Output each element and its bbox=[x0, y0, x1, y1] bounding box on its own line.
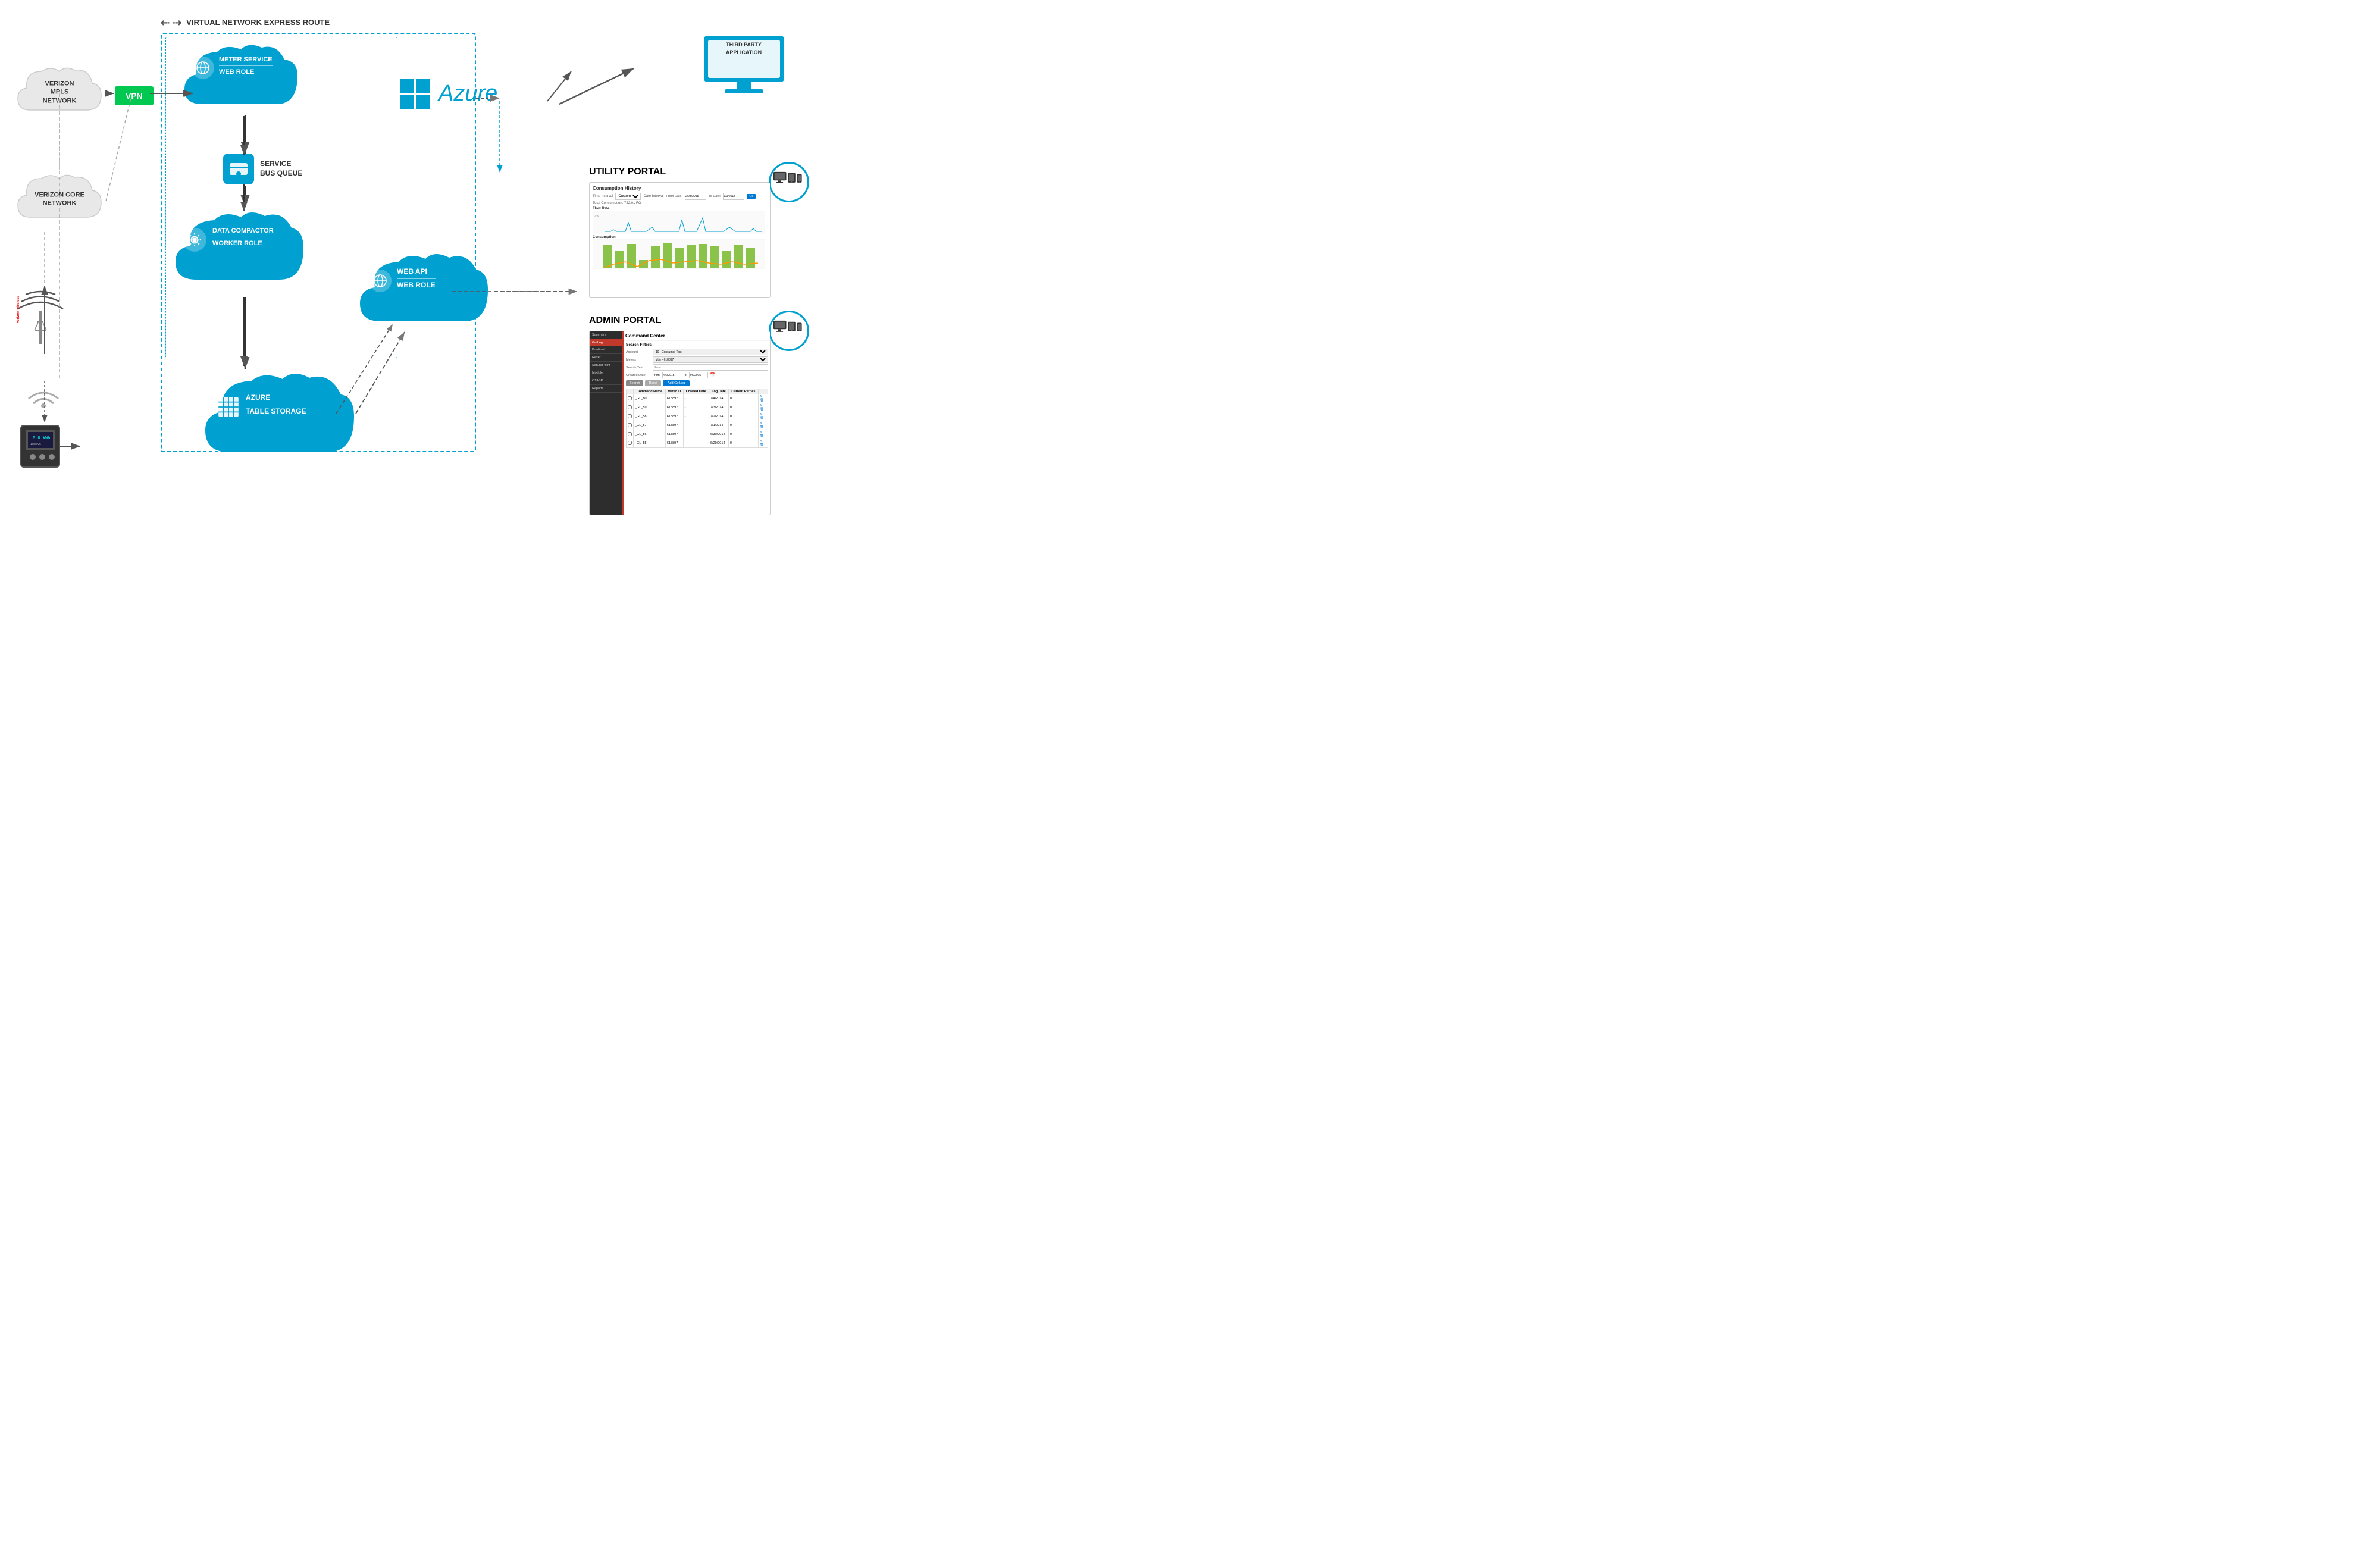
table-row: _GL_58 618897 - 7/2/2014 0 ✎🗑 bbox=[627, 412, 768, 421]
meter-service-label-line1: METER SERVICE bbox=[219, 55, 273, 64]
azure-table-cloud: AZURE TABLE STORAGE bbox=[199, 366, 357, 470]
vnet-title: VIRTUAL NETWORK EXPRESS ROUTE bbox=[186, 18, 330, 28]
row-checkbox[interactable] bbox=[628, 405, 632, 409]
web-api-label-line1: WEB API bbox=[397, 267, 436, 277]
vpn-box: VPN bbox=[115, 86, 154, 105]
wifi-symbol bbox=[23, 378, 64, 411]
row-checkbox[interactable] bbox=[628, 441, 632, 445]
reset-button[interactable]: Reset bbox=[645, 380, 660, 386]
verizon-mpls-label: VERIZON MPLS NETWORK bbox=[12, 80, 107, 105]
antenna-tower: verizon wireless bbox=[17, 283, 64, 357]
verizon-core-label: VERIZON CORE NETWORK bbox=[12, 191, 107, 208]
web-api-label-line2: WEB ROLE bbox=[397, 278, 436, 290]
meters-select[interactable]: Vter - 618897 bbox=[653, 356, 768, 363]
meter-service-label-line2: WEB ROLE bbox=[219, 65, 273, 76]
web-api-cloud: WEB API WEB ROLE bbox=[354, 247, 491, 339]
utility-portal-device-icon bbox=[769, 162, 809, 202]
from-date-input[interactable] bbox=[685, 193, 706, 200]
verizon-core-cloud: VERIZON CORE NETWORK bbox=[12, 167, 107, 232]
main-diagram: ⇠ ⇢ VIRTUAL NETWORK EXPRESS ROUTE VERIZO… bbox=[0, 0, 833, 541]
table-row: _GL_56 618897 - 6/30/2014 0 ✎🗑 bbox=[627, 430, 768, 439]
third-party-title-line1: THIRD PARTY bbox=[709, 41, 779, 49]
time-interval-select[interactable]: Custom bbox=[615, 193, 641, 200]
table-row: _GL_59 618897 - 7/3/2014 0 ✎🗑 bbox=[627, 403, 768, 412]
service-bus: SERVICE BUS QUEUE bbox=[223, 154, 302, 184]
data-compactor-label-line2: WORKER ROLE bbox=[212, 237, 274, 248]
verizon-mpls-cloud: VERIZON MPLS NETWORK bbox=[12, 60, 107, 125]
row-checkbox[interactable] bbox=[628, 414, 632, 418]
row-checkbox[interactable] bbox=[628, 396, 632, 400]
row-checkbox[interactable] bbox=[628, 432, 632, 436]
admin-sidebar: Summary GetLog Bootload Reset SetEndPoin… bbox=[590, 331, 622, 515]
azure-text-label: Azure bbox=[439, 81, 497, 107]
add-getlog-button[interactable]: Add GetLog bbox=[663, 380, 690, 386]
service-bus-label-line1: SERVICE bbox=[260, 159, 302, 169]
row-checkbox[interactable] bbox=[628, 423, 632, 427]
utility-portal-screenshot: Consumption History Time Interval Custom… bbox=[589, 182, 771, 298]
admin-portal-screenshot: Command Center Summary GetLog Bootload R… bbox=[589, 331, 771, 515]
from-date-admin[interactable] bbox=[662, 372, 681, 378]
azure-logo: Azure bbox=[399, 77, 497, 110]
meter-service-cloud: METER SERVICE WEB ROLE bbox=[178, 39, 303, 119]
service-bus-label-line2: BUS QUEUE bbox=[260, 169, 302, 178]
third-party-title-line2: APPLICATION bbox=[709, 49, 779, 57]
table-row: _GL_55 618897 - 6/29/2014 0 ✎🗑 bbox=[627, 439, 768, 448]
svg-text:Innov6: Innov6 bbox=[30, 443, 41, 446]
admin-portal-device-icon bbox=[769, 311, 809, 351]
go-button[interactable]: Go bbox=[747, 194, 756, 199]
search-text-input[interactable] bbox=[653, 364, 768, 371]
vnet-label: ⇠ ⇢ VIRTUAL NETWORK EXPRESS ROUTE bbox=[161, 17, 330, 29]
search-button[interactable]: Search bbox=[626, 380, 643, 386]
red-accent-bar bbox=[622, 331, 624, 515]
utility-portal-section: UTILITY PORTAL Consumption Hi bbox=[589, 167, 809, 298]
third-party-container: THIRD PARTY APPLICATION bbox=[687, 33, 800, 100]
utility-ss-title: Consumption History bbox=[593, 186, 767, 191]
svg-text:0.0 kWh: 0.0 kWh bbox=[33, 436, 51, 440]
svg-text:GPM: GPM bbox=[594, 214, 599, 217]
table-row: _GL_80 618897 - 7/4/2014 0 ✎🗑 bbox=[627, 394, 768, 403]
admin-table: Command Name Meter ID Created Date Log D… bbox=[626, 389, 768, 448]
azure-table-label-line2: TABLE STORAGE bbox=[246, 405, 306, 416]
smart-meter: 0.0 kWh Innov6 bbox=[15, 416, 68, 473]
admin-portal-section: ADMIN PORTAL Command Center bbox=[589, 315, 809, 515]
admin-main-content: Search Filters Account 10 - Consumer Tes… bbox=[624, 341, 770, 515]
data-compactor-label-line1: DATA COMPACTOR bbox=[212, 227, 274, 235]
account-select[interactable]: 10 - Consumer Test bbox=[653, 349, 768, 355]
azure-table-label-line1: AZURE bbox=[246, 393, 306, 403]
to-date-admin[interactable] bbox=[689, 372, 708, 378]
data-compactor-cloud: DATA COMPACTOR WORKER ROLE bbox=[170, 205, 306, 298]
table-row: _GL_57 618897 - 7/1/2014 0 ✎🗑 bbox=[627, 421, 768, 430]
to-date-input[interactable] bbox=[723, 193, 744, 200]
